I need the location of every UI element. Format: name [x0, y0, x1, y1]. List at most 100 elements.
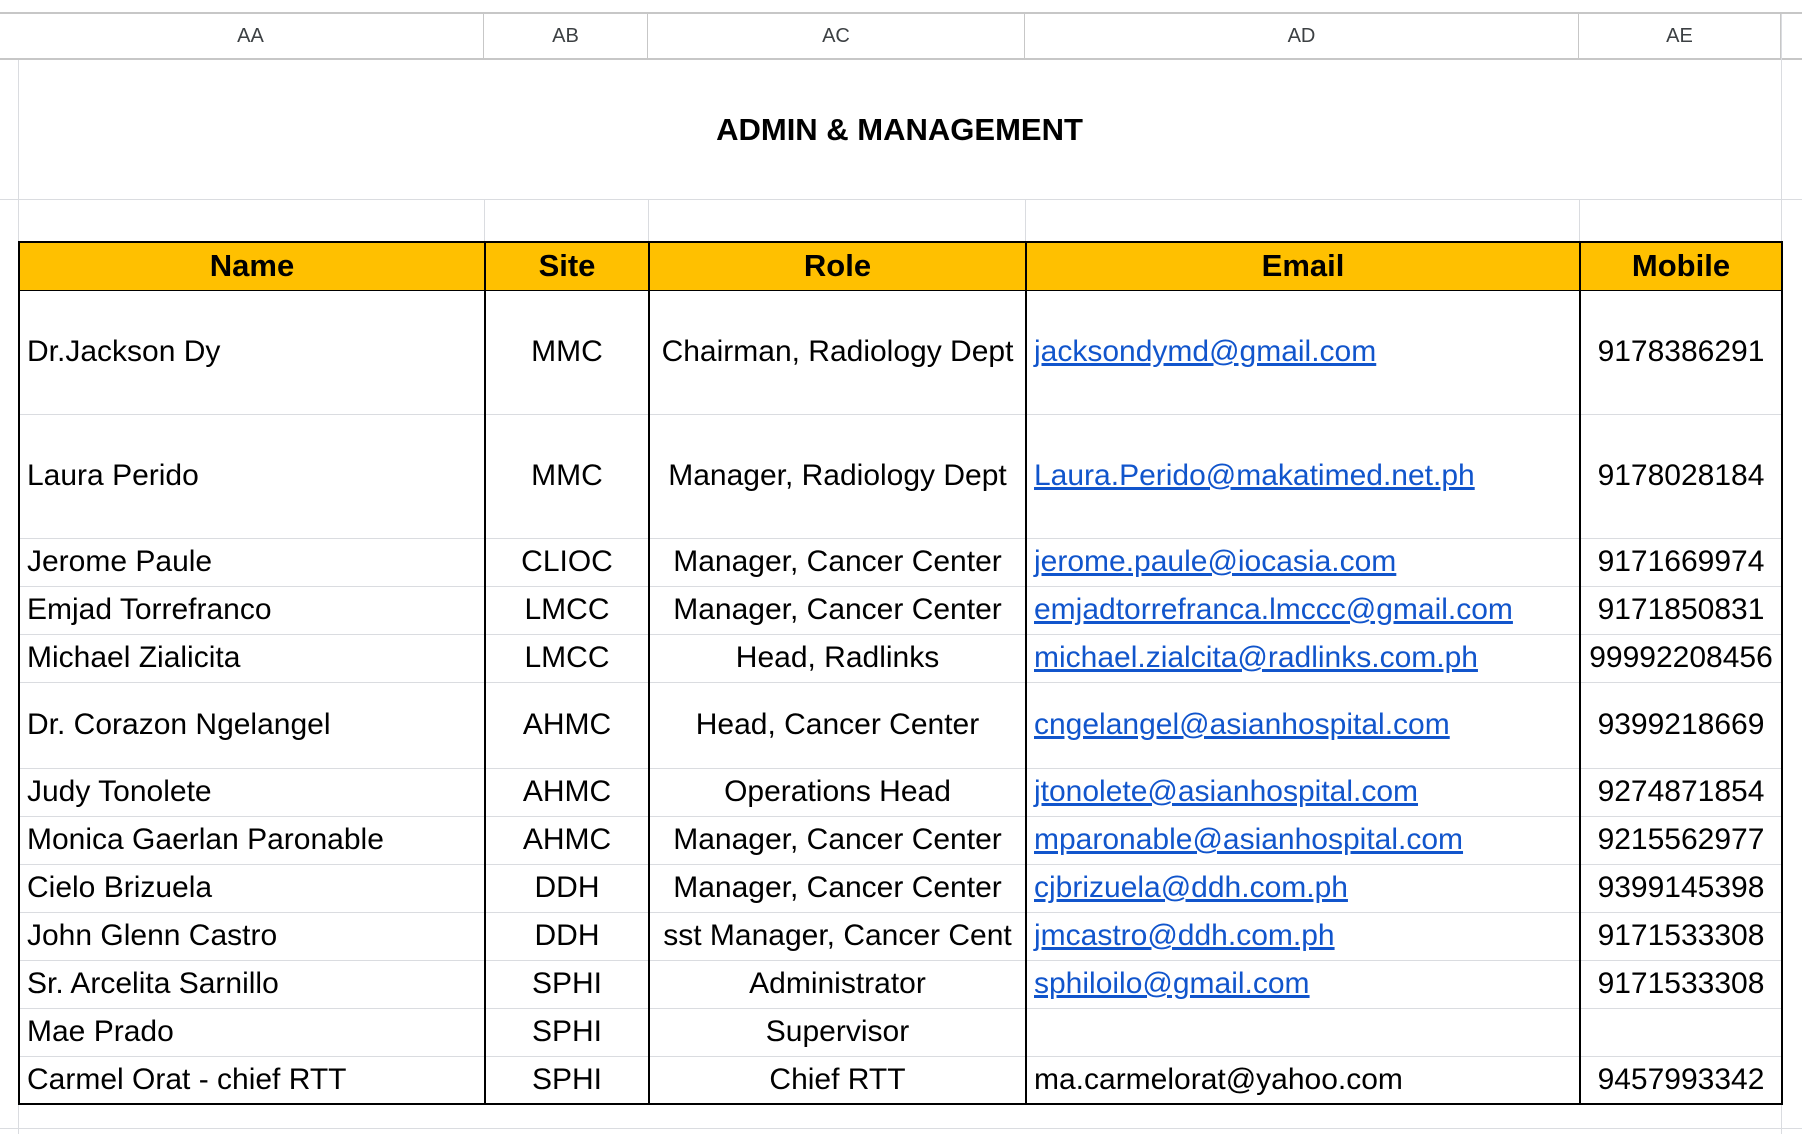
table-row: Mae Prado SPHI Supervisor — [18, 1008, 1783, 1057]
table-row: Judy Tonolete AHMC Operations Head jtonolet… — [18, 768, 1783, 817]
cell-site[interactable]: LMCC — [484, 634, 650, 683]
cell-site[interactable]: AHMC — [484, 682, 650, 769]
cell-role[interactable]: Supervisor — [648, 1008, 1027, 1057]
cell-name[interactable]: Cielo Brizuela — [18, 864, 486, 913]
cell-email[interactable]: jacksondymd@gmail.com — [1025, 290, 1581, 415]
column-header-ad[interactable]: AD — [1025, 14, 1579, 58]
cell-site[interactable]: SPHI — [484, 960, 650, 1009]
email-link[interactable]: emjadtorrefranca.lmccc@gmail.com — [1034, 593, 1513, 626]
cell-role[interactable]: Operations Head — [648, 768, 1027, 817]
column-header-ae[interactable]: AE — [1579, 14, 1781, 58]
cell-role[interactable]: Manager, Cancer Center — [648, 816, 1027, 865]
cell-role[interactable]: Chairman, Radiology Dept — [648, 290, 1027, 415]
email-text: ma.carmelorat@yahoo.com — [1034, 1062, 1403, 1096]
cell-mobile[interactable]: 9399145398 — [1579, 864, 1783, 913]
cell-mobile[interactable]: 9215562977 — [1579, 816, 1783, 865]
cell-email[interactable]: jtonolete@asianhospital.com — [1025, 768, 1581, 817]
cell-role[interactable]: Manager, Cancer Center — [648, 864, 1027, 913]
email-link[interactable]: jerome.paule@iocasia.com — [1034, 545, 1396, 578]
cell-role[interactable]: Chief RTT — [648, 1056, 1027, 1104]
cell-email[interactable] — [1025, 1008, 1581, 1057]
email-link[interactable]: jacksondymd@gmail.com — [1034, 335, 1376, 368]
cell-email[interactable]: sphiloilo@gmail.com — [1025, 960, 1581, 1009]
cell-site[interactable]: MMC — [484, 290, 650, 415]
table-header-row: Name Site Role Email Mobile — [18, 242, 1783, 291]
grid-line — [484, 200, 485, 242]
cell-role[interactable]: Manager, Radiology Dept — [648, 414, 1027, 539]
cell-role[interactable]: Administrator — [648, 960, 1027, 1009]
cell-email[interactable]: Laura.Perido@makatimed.net.ph — [1025, 414, 1581, 539]
grid-line — [1025, 200, 1026, 242]
cell-site[interactable]: AHMC — [484, 768, 650, 817]
cell-email[interactable]: ma.carmelorat@yahoo.com — [1025, 1056, 1581, 1104]
table-row: Sr. Arcelita Sarnillo SPHI Administrator sp… — [18, 960, 1783, 1009]
header-name[interactable]: Name — [18, 242, 486, 291]
email-link[interactable]: mparonable@asianhospital.com — [1034, 823, 1463, 856]
cell-name[interactable]: Judy Tonolete — [18, 768, 486, 817]
cell-name[interactable]: Dr.Jackson Dy — [18, 290, 486, 415]
cell-mobile[interactable]: 9171533308 — [1579, 960, 1783, 1009]
cell-mobile[interactable]: 9178386291 — [1579, 290, 1783, 415]
header-site[interactable]: Site — [484, 242, 650, 291]
cell-name[interactable]: John Glenn Castro — [18, 912, 486, 961]
cell-mobile[interactable]: 9399218669 — [1579, 682, 1783, 769]
email-link[interactable]: michael.zialcita@radlinks.com.ph — [1034, 641, 1478, 674]
cell-name[interactable]: Emjad Torrefranco — [18, 586, 486, 635]
email-link[interactable]: Laura.Perido@makatimed.net.ph — [1034, 459, 1475, 492]
cell-site[interactable]: DDH — [484, 912, 650, 961]
cell-email[interactable]: jmcastro@ddh.com.ph — [1025, 912, 1581, 961]
cell-mobile[interactable]: 9274871854 — [1579, 768, 1783, 817]
cell-site[interactable]: CLIOC — [484, 538, 650, 587]
grid-line — [1579, 200, 1580, 242]
cell-mobile[interactable]: 9171533308 — [1579, 912, 1783, 961]
email-link[interactable]: sphiloilo@gmail.com — [1034, 967, 1310, 1000]
header-role[interactable]: Role — [648, 242, 1027, 291]
cell-mobile[interactable]: 99992208456 — [1579, 634, 1783, 683]
cell-site[interactable]: SPHI — [484, 1056, 650, 1104]
cell-site[interactable]: MMC — [484, 414, 650, 539]
cell-site[interactable]: DDH — [484, 864, 650, 913]
email-link[interactable]: jmcastro@ddh.com.ph — [1034, 919, 1335, 952]
cell-email[interactable]: emjadtorrefranca.lmccc@gmail.com — [1025, 586, 1581, 635]
cell-role[interactable]: Manager, Cancer Center — [648, 538, 1027, 587]
column-header-ac[interactable]: AC — [648, 14, 1025, 58]
cell-role[interactable]: sst Manager, Cancer Cent — [648, 912, 1027, 961]
email-link[interactable]: jtonolete@asianhospital.com — [1034, 775, 1418, 808]
cell-role[interactable]: Manager, Cancer Center — [648, 586, 1027, 635]
cell-name[interactable]: Sr. Arcelita Sarnillo — [18, 960, 486, 1009]
cell-name[interactable]: Carmel Orat - chief RTT — [18, 1056, 486, 1104]
grid-line — [648, 200, 649, 242]
cell-email[interactable]: mparonable@asianhospital.com — [1025, 816, 1581, 865]
cell-email[interactable]: cjbrizuela@ddh.com.ph — [1025, 864, 1581, 913]
cell-mobile[interactable] — [1579, 1008, 1783, 1057]
column-header-aa[interactable]: AA — [18, 14, 484, 58]
cell-name[interactable]: Mae Prado — [18, 1008, 486, 1057]
cell-mobile[interactable]: 9171669974 — [1579, 538, 1783, 587]
cell-name[interactable]: Dr. Corazon Ngelangel — [18, 682, 486, 769]
cell-mobile[interactable]: 9171850831 — [1579, 586, 1783, 635]
cell-name[interactable]: Michael Zialicita — [18, 634, 486, 683]
table-row: Carmel Orat - chief RTT SPHI Chief RTT ma.c… — [18, 1056, 1783, 1104]
cell-email[interactable]: michael.zialcita@radlinks.com.ph — [1025, 634, 1581, 683]
cell-email[interactable]: jerome.paule@iocasia.com — [1025, 538, 1581, 587]
cell-name[interactable]: Monica Gaerlan Paronable — [18, 816, 486, 865]
cell-mobile[interactable]: 9457993342 — [1579, 1056, 1783, 1104]
column-header-ab[interactable]: AB — [484, 14, 648, 58]
header-email[interactable]: Email — [1025, 242, 1581, 291]
contact-table: Name Site Role Email Mobile Dr.Jackson D… — [18, 241, 1783, 1105]
cell-role[interactable]: Head, Cancer Center — [648, 682, 1027, 769]
header-mobile[interactable]: Mobile — [1579, 242, 1783, 291]
table-row: Cielo Brizuela DDH Manager, Cancer Center c… — [18, 864, 1783, 913]
cell-mobile[interactable]: 9178028184 — [1579, 414, 1783, 539]
cell-site[interactable]: SPHI — [484, 1008, 650, 1057]
cell-role[interactable]: Head, Radlinks — [648, 634, 1027, 683]
cell-name[interactable]: Jerome Paule — [18, 538, 486, 587]
cell-site[interactable]: LMCC — [484, 586, 650, 635]
cell-name[interactable]: Laura Perido — [18, 414, 486, 539]
table-row: Emjad Torrefranco LMCC Manager, Cancer Cen… — [18, 586, 1783, 635]
email-link[interactable]: cjbrizuela@ddh.com.ph — [1034, 871, 1348, 904]
column-header-bottom-border — [0, 58, 1802, 60]
cell-email[interactable]: cngelangel@asianhospital.com — [1025, 682, 1581, 769]
cell-site[interactable]: AHMC — [484, 816, 650, 865]
email-link[interactable]: cngelangel@asianhospital.com — [1034, 708, 1450, 741]
